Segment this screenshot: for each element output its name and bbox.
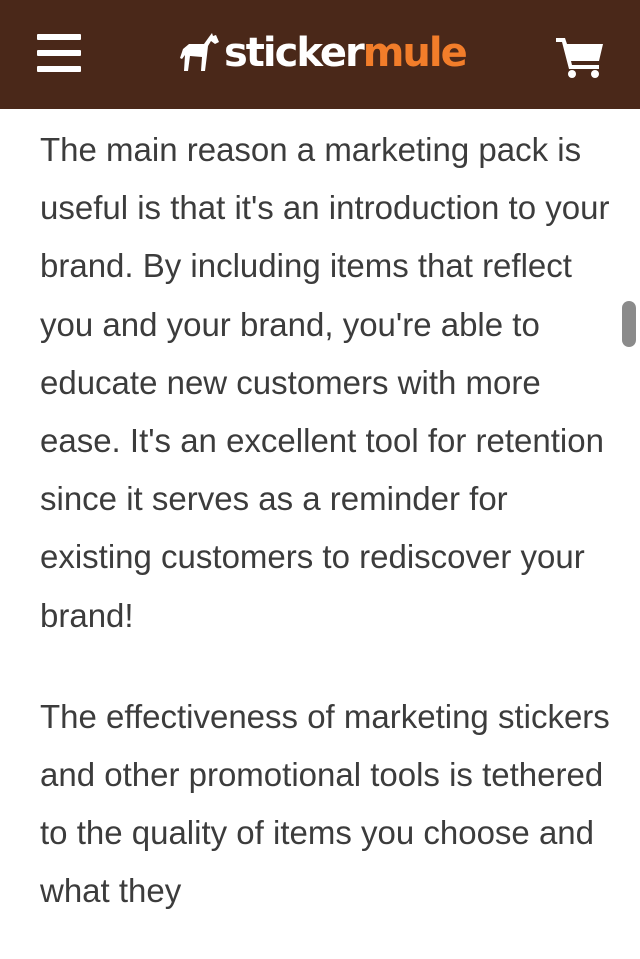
- scrollbar-thumb[interactable]: [622, 301, 636, 347]
- logo-text-sticker: sticker: [224, 30, 365, 76]
- article-paragraph: The main reason a marketing pack is usef…: [40, 131, 610, 634]
- shopping-cart-icon[interactable]: [556, 36, 604, 78]
- mule-icon: [180, 33, 219, 71]
- article-body: The main reason a marketing pack is usef…: [40, 121, 610, 959]
- article-paragraph: The effectiveness of marketing stickers …: [40, 697, 610, 910]
- top-nav-bar: stickermule: [0, 0, 640, 109]
- hamburger-menu-icon[interactable]: [37, 34, 81, 72]
- stickermule-logo[interactable]: stickermule: [178, 28, 468, 78]
- logo-text-mule: mule: [362, 30, 468, 76]
